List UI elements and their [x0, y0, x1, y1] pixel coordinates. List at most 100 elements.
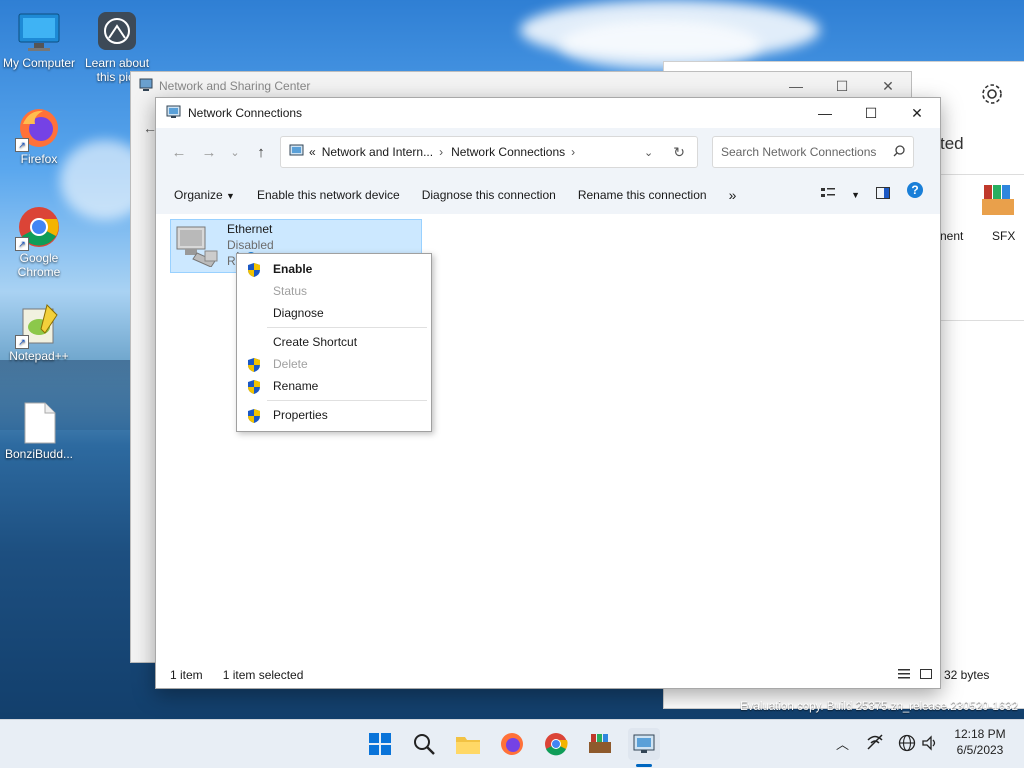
desktop-icon-firefox[interactable]: ↗ Firefox [0, 106, 78, 166]
help-icon[interactable]: ? [898, 180, 932, 210]
connection-status: Disabled [227, 238, 274, 252]
chevron-up-icon[interactable]: ︿ [836, 734, 849, 753]
breadcrumb-network-internet[interactable]: Network and Intern... [322, 145, 433, 159]
chevron-right-icon[interactable]: › [571, 145, 575, 159]
back-button[interactable]: ← [164, 137, 194, 167]
desktop-icon-label: My Computer [2, 56, 76, 70]
maximize-button[interactable]: ☐ [819, 72, 865, 100]
menu-item-label: Rename [273, 379, 319, 393]
menu-item-status[interactable]: Status [237, 280, 431, 302]
breadcrumb-network-connections[interactable]: Network Connections [451, 145, 565, 159]
chevron-right-icon[interactable]: › [439, 145, 443, 159]
control-panel-icon [289, 143, 305, 162]
winrar-sfx-icon [980, 181, 1018, 222]
menu-item-delete[interactable]: Delete [237, 353, 431, 375]
large-icons-view-icon[interactable] [920, 668, 932, 682]
forward-button[interactable]: → [194, 137, 224, 167]
view-options-icon[interactable] [813, 180, 843, 210]
list-item[interactable]: nent [940, 229, 966, 243]
desktop-icon-label: Google Chrome [17, 251, 61, 279]
chevron-down-icon[interactable]: ⌄ [644, 146, 653, 159]
network-connections-icon[interactable] [628, 728, 660, 760]
caret-down-icon: ▼ [226, 191, 235, 201]
desktop-icon-chrome[interactable]: ↗ Google Chrome [0, 205, 78, 279]
close-button[interactable]: ✕ [894, 99, 940, 127]
network-connections-icon [166, 104, 182, 123]
window-title: Network and Sharing Center [159, 79, 311, 93]
more-commands-button[interactable]: » [721, 180, 745, 210]
uac-shield-icon [247, 357, 261, 372]
rename-button[interactable]: Rename this connection [570, 180, 715, 210]
volume-icon[interactable] [921, 734, 939, 755]
minimize-button[interactable]: — [773, 72, 819, 100]
maximize-button[interactable]: ☐ [848, 99, 894, 127]
right-panel: nent SFX [940, 174, 1024, 321]
desktop-icon-label: BonziBudd... [4, 447, 74, 461]
menu-item-label: Diagnose [273, 306, 324, 320]
menu-item-label: Create Shortcut [273, 335, 358, 349]
search-input[interactable]: Search Network Connections [712, 136, 914, 168]
desktop-icon-label: Notepad++ [9, 349, 69, 363]
minimize-button[interactable]: — [802, 99, 848, 127]
window-controls: — ☐ ✕ [802, 99, 940, 127]
status-bar: 1 item 1 item selected [156, 662, 940, 688]
item-label: SFX [992, 229, 1016, 243]
chrome-icon[interactable] [540, 728, 572, 760]
menu-item-create-shortcut[interactable]: Create Shortcut [237, 331, 431, 353]
file-explorer-icon[interactable] [452, 728, 484, 760]
menu-item-enable[interactable]: Enable [237, 258, 431, 280]
active-app-indicator [636, 764, 652, 767]
recent-locations-button[interactable]: ⌄ [224, 137, 246, 167]
taskbar: ︿ 12:18 PM 6/5/2023 [0, 719, 1024, 768]
svg-text:?: ? [911, 183, 918, 197]
firefox-icon: ↗ [15, 106, 61, 152]
up-button[interactable]: ↑ [246, 137, 276, 167]
gear-icon[interactable] [980, 82, 1004, 109]
desktop-icon-notepadpp[interactable]: ↗ Notepad++ [0, 303, 78, 363]
item-label: nent [940, 229, 964, 243]
item-count: 1 item [170, 668, 203, 682]
address-bar[interactable]: « Network and Intern... › Network Connec… [280, 136, 698, 168]
close-button[interactable]: ✕ [865, 72, 911, 100]
caret-down-icon[interactable]: ▼ [843, 180, 868, 210]
clock-time: 12:18 PM [954, 727, 1006, 741]
window-controls: — ☐ ✕ [773, 72, 911, 100]
preview-pane-icon[interactable] [868, 180, 898, 210]
breadcrumb-overflow[interactable]: « [309, 145, 316, 159]
winrar-icon[interactable] [584, 728, 616, 760]
firefox-icon[interactable] [496, 728, 528, 760]
network-offline-icon[interactable] [866, 734, 884, 753]
desktop-icon-my-computer[interactable]: My Computer [0, 10, 78, 70]
menu-item-label: Properties [273, 408, 328, 422]
start-icon[interactable] [364, 728, 396, 760]
globe-icon[interactable] [898, 734, 916, 755]
network-icon [139, 78, 153, 95]
menu-item-label: Delete [273, 357, 308, 371]
menu-item-properties[interactable]: Properties [237, 404, 431, 426]
list-item[interactable]: SFX [992, 229, 1015, 243]
clock-date: 6/5/2023 [956, 743, 1004, 757]
enable-device-button[interactable]: Enable this network device [249, 180, 408, 210]
context-menu: Enable Status Diagnose Create Shortcut D… [236, 253, 432, 432]
uac-shield-icon [247, 379, 261, 394]
menu-item-label: Status [273, 284, 308, 298]
selected-count: 1 item selected [222, 668, 304, 682]
address-row: ← → ⌄ ↑ « Network and Intern... › Networ… [156, 128, 940, 176]
clock[interactable]: 12:18 PM 6/5/2023 [944, 726, 1016, 758]
menu-separator [267, 327, 427, 328]
menu-item-rename[interactable]: Rename [237, 375, 431, 397]
diagnose-button[interactable]: Diagnose this connection [414, 180, 564, 210]
desktop-icon-bonzibuddy[interactable]: BonziBudd... [0, 401, 78, 461]
organize-button[interactable]: Organize ▼ [166, 180, 243, 210]
desktop-icon-label: Firefox [20, 152, 58, 166]
menu-item-label: Enable [273, 262, 313, 276]
refresh-icon[interactable]: ↻ [673, 144, 685, 161]
window-title: Network Connections [188, 106, 303, 120]
search-placeholder: Search Network Connections [721, 145, 877, 159]
monitor-icon [17, 10, 61, 54]
details-view-icon[interactable] [898, 668, 910, 682]
search-icon[interactable] [408, 728, 440, 760]
command-bar: Organize ▼ Enable this network device Di… [156, 176, 940, 215]
evaluation-watermark: Evaluation copy. Build 25375.zn_release.… [740, 701, 1018, 713]
menu-item-diagnose[interactable]: Diagnose [237, 302, 431, 324]
